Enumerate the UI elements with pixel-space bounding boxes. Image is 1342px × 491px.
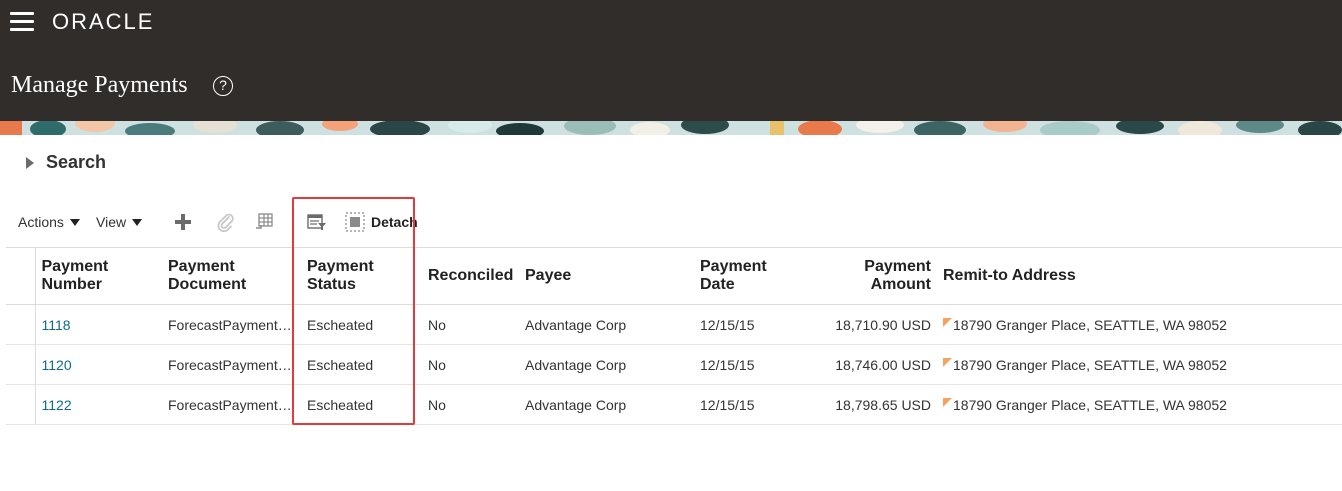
column-header-payment-number[interactable]: Payment Number (35, 247, 162, 305)
row-selector-header (6, 247, 36, 305)
payment-number-link[interactable]: 1118 (42, 317, 71, 333)
note-flag-icon (943, 357, 952, 367)
column-header-payment-status[interactable]: Payment Status (301, 247, 422, 305)
view-menu-label[interactable]: View (96, 214, 126, 230)
view-menu[interactable]: View (96, 214, 143, 230)
payment-document-cell: ForecastPayment… (162, 344, 301, 385)
remit-to-address-text: 18790 Granger Place, SEATTLE, WA 98052 (953, 316, 1227, 333)
table-row[interactable]: 1118 ForecastPayment… Escheated No Advan… (6, 304, 1342, 345)
payment-amount-cell: 18,710.90 USD (795, 304, 937, 345)
payment-number-link[interactable]: 1122 (42, 397, 72, 413)
menu-icon[interactable] (10, 12, 34, 32)
expand-triangle-icon[interactable] (26, 156, 34, 169)
detach-button[interactable]: Detach (371, 214, 418, 230)
oracle-logo[interactable]: ORACLE (52, 9, 154, 35)
payment-number-cell: 1118 (35, 304, 162, 345)
payment-amount-cell: 18,746.00 USD (795, 344, 937, 385)
page-title: Manage Payments (11, 72, 188, 98)
help-icon[interactable]: ? (213, 76, 233, 96)
payee-cell: Advantage Corp (519, 344, 694, 385)
freeze-columns-icon[interactable] (253, 211, 275, 233)
note-flag-icon (943, 397, 952, 407)
global-header: ORACLE Manage Payments ? (0, 0, 1342, 121)
payment-status-cell: Escheated (301, 384, 422, 425)
payment-document-cell: ForecastPayment… (162, 304, 301, 345)
payment-date-cell: 12/15/15 (694, 384, 795, 425)
remit-to-address-text: 18790 Granger Place, SEATTLE, WA 98052 (953, 396, 1227, 413)
payment-number-link[interactable]: 1120 (42, 357, 72, 373)
search-region: Search (26, 152, 106, 173)
payment-number-cell: 1122 (35, 384, 162, 425)
reconciled-cell: No (422, 384, 519, 425)
chevron-down-icon[interactable] (69, 218, 80, 226)
payment-number-cell: 1120 (35, 344, 162, 385)
table-row[interactable]: 1120 ForecastPayment… Escheated No Advan… (6, 344, 1342, 385)
column-header-remit-to-address[interactable]: Remit-to Address (937, 247, 1342, 305)
banner-pattern (0, 121, 1342, 135)
remit-to-address-cell: 18790 Granger Place, SEATTLE, WA 98052 (937, 384, 1342, 425)
chevron-down-icon[interactable] (132, 218, 143, 226)
remit-to-address-cell: 18790 Granger Place, SEATTLE, WA 98052 (937, 344, 1342, 385)
attach-icon[interactable] (215, 211, 237, 233)
column-header-payment-amount[interactable]: Payment Amount (795, 247, 937, 305)
note-flag-icon (943, 317, 952, 327)
row-selector[interactable] (6, 304, 36, 345)
payee-cell: Advantage Corp (519, 304, 694, 345)
row-selector[interactable] (6, 384, 36, 425)
detach-icon[interactable] (344, 211, 366, 233)
payment-document-cell: ForecastPayment… (162, 384, 301, 425)
payee-cell: Advantage Corp (519, 384, 694, 425)
actions-menu[interactable]: Actions (18, 214, 80, 230)
table-row[interactable]: 1122 ForecastPayment… Escheated No Advan… (6, 384, 1342, 425)
remit-to-address-cell: 18790 Granger Place, SEATTLE, WA 98052 (937, 304, 1342, 345)
reconciled-cell: No (422, 304, 519, 345)
table-header-row: Payment Number Payment Document Payment Sta… (6, 247, 1342, 305)
column-header-payee[interactable]: Payee (519, 247, 694, 305)
payment-amount-cell: 18,798.65 USD (795, 384, 937, 425)
row-selector[interactable] (6, 344, 36, 385)
column-header-reconciled[interactable]: Reconciled (422, 247, 519, 305)
payments-table: Payment Number Payment Document Payment Sta… (6, 247, 1342, 425)
query-by-example-icon[interactable] (306, 211, 328, 233)
search-label[interactable]: Search (46, 152, 106, 173)
payment-date-cell: 12/15/15 (694, 304, 795, 345)
payment-status-cell: Escheated (301, 344, 422, 385)
add-icon[interactable] (172, 211, 194, 233)
payment-status-cell: Escheated (301, 304, 422, 345)
payment-date-cell: 12/15/15 (694, 344, 795, 385)
column-header-payment-document[interactable]: Payment Document (162, 247, 301, 305)
column-header-payment-date[interactable]: Payment Date (694, 247, 795, 305)
actions-menu-label[interactable]: Actions (18, 214, 64, 230)
decorative-banner (0, 121, 1342, 135)
remit-to-address-text: 18790 Granger Place, SEATTLE, WA 98052 (953, 356, 1227, 373)
search-disclosure[interactable]: Search (26, 152, 106, 173)
reconciled-cell: No (422, 344, 519, 385)
